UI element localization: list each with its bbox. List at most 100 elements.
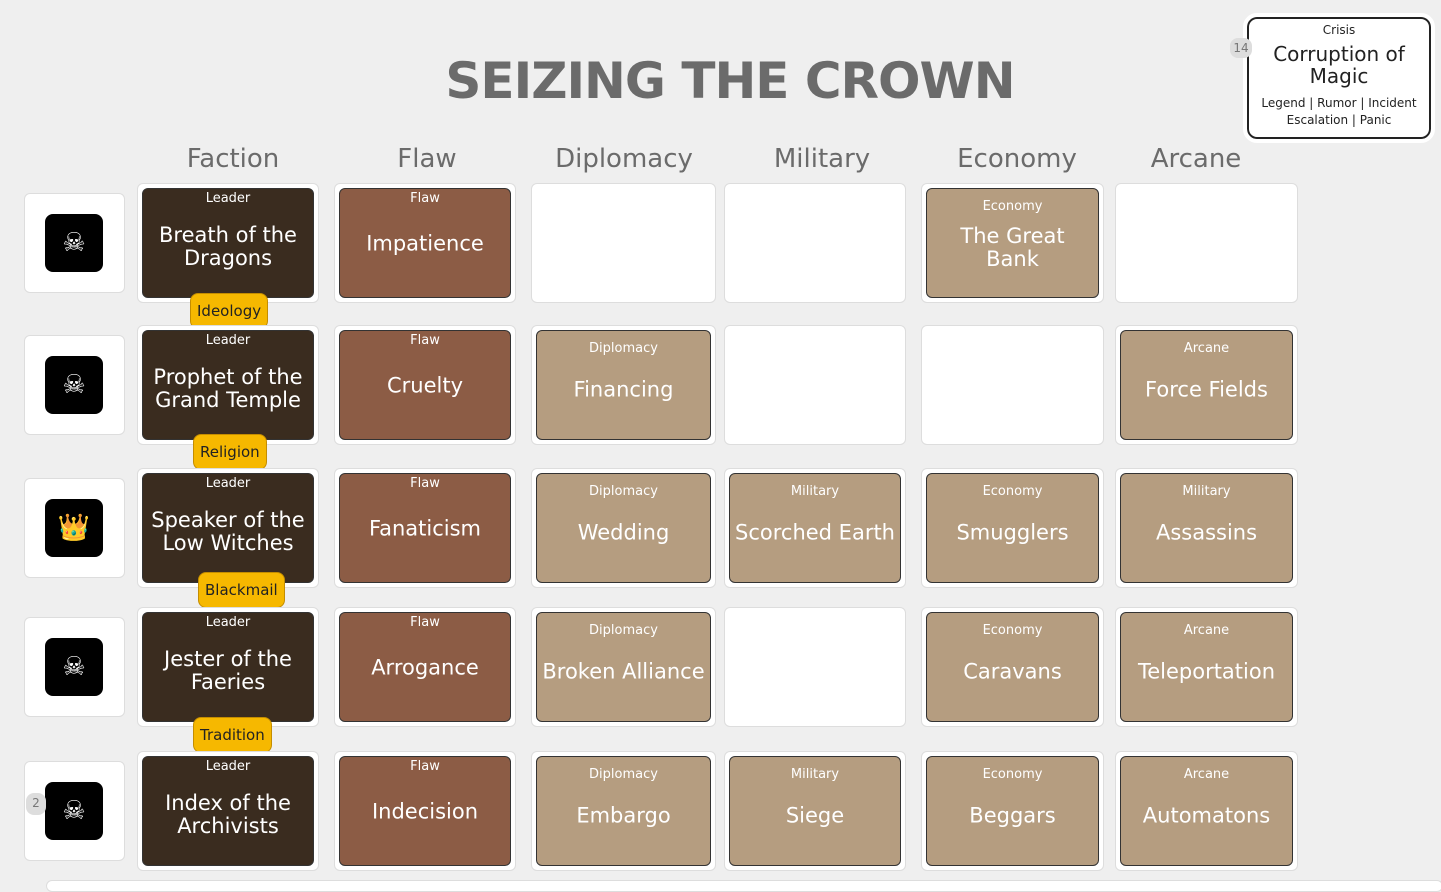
column-header-economy: Economy <box>957 144 1077 174</box>
column-header-military: Military <box>773 144 871 174</box>
slot-economy[interactable] <box>921 325 1104 445</box>
card-name: The Great Bank <box>960 224 1065 272</box>
row-count-badge: 2 <box>26 793 46 815</box>
card-type-label: Flaw <box>410 191 440 206</box>
economy-card[interactable]: Economy Beggars <box>926 756 1099 866</box>
slot-military[interactable]: Military Siege <box>724 751 906 871</box>
card-type-label: Economy <box>982 767 1043 782</box>
card-type-label: Leader <box>205 476 251 491</box>
card-type-label: Economy <box>982 484 1043 499</box>
arcane-card[interactable]: Military Assassins <box>1120 473 1293 583</box>
slot-arcane[interactable]: Military Assassins <box>1115 468 1298 588</box>
card-name: Caravans <box>963 659 1062 684</box>
flaw-card[interactable]: Flaw Arrogance <box>339 612 511 722</box>
economy-card[interactable]: Economy Smugglers <box>926 473 1099 583</box>
faction-token-slot[interactable]: 👑 <box>24 478 125 578</box>
skull-crossbones-icon: ☠ <box>45 638 103 696</box>
flaw-card[interactable]: Flaw Cruelty <box>339 330 511 440</box>
leader-card[interactable]: Leader Jester of the Faeries <box>142 612 314 722</box>
slot-flaw[interactable]: Flaw Indecision <box>334 751 516 871</box>
slot-arcane[interactable]: Arcane Force Fields <box>1115 325 1298 445</box>
slot-military[interactable]: Military Scorched Earth <box>724 468 906 588</box>
leader-card[interactable]: Leader Index of the Archivists <box>142 756 314 866</box>
slot-military[interactable] <box>724 183 906 303</box>
ideology-tag[interactable]: Ideology <box>190 293 269 329</box>
card-name: Index of the Archivists <box>165 791 291 839</box>
arcane-card[interactable]: Arcane Teleportation <box>1120 612 1293 722</box>
card-name: Beggars <box>969 803 1056 828</box>
slot-economy[interactable]: Economy Caravans <box>921 607 1104 727</box>
military-card[interactable]: Military Scorched Earth <box>729 473 901 583</box>
skull-crossbones-icon: ☠ <box>45 214 103 272</box>
card-type-label: Economy <box>982 199 1043 214</box>
diplomacy-card[interactable]: Diplomacy Wedding <box>536 473 711 583</box>
card-name: Impatience <box>366 231 484 256</box>
card-name: Arrogance <box>371 655 479 680</box>
slot-arcane[interactable]: Arcane Automatons <box>1115 751 1298 871</box>
card-type-label: Flaw <box>410 333 440 348</box>
arcane-card[interactable]: Arcane Force Fields <box>1120 330 1293 440</box>
slot-economy[interactable]: Economy Smugglers <box>921 468 1104 588</box>
slot-diplomacy[interactable]: Diplomacy Broken Alliance <box>531 607 716 727</box>
crisis-deck-count-badge: 14 <box>1230 38 1252 58</box>
military-card[interactable]: Military Siege <box>729 756 901 866</box>
card-type-label: Flaw <box>410 615 440 630</box>
ideology-tag[interactable]: Blackmail <box>198 572 285 608</box>
card-type-label: Military <box>790 767 840 782</box>
card-type-label: Arcane <box>1183 341 1230 356</box>
flaw-card[interactable]: Flaw Impatience <box>339 188 511 298</box>
slot-arcane[interactable] <box>1115 183 1298 303</box>
slot-flaw[interactable]: Flaw Cruelty <box>334 325 516 445</box>
card-type-label: Diplomacy <box>589 767 658 782</box>
slot-faction[interactable]: Leader Speaker of the Low Witches <box>137 468 319 588</box>
column-header-arcane: Arcane <box>1150 144 1242 174</box>
economy-card[interactable]: Economy The Great Bank <box>926 188 1099 298</box>
slot-flaw[interactable]: Flaw Arrogance <box>334 607 516 727</box>
leader-card[interactable]: Leader Prophet of the Grand Temple <box>142 330 314 440</box>
flaw-card[interactable]: Flaw Fanaticism <box>339 473 511 583</box>
slot-faction[interactable]: Leader Breath of the Dragons <box>137 183 319 303</box>
slot-diplomacy[interactable] <box>531 183 716 303</box>
slot-faction[interactable]: Leader Index of the Archivists <box>137 751 319 871</box>
card-type-label: Military <box>1182 484 1231 499</box>
arcane-card[interactable]: Arcane Automatons <box>1120 756 1293 866</box>
slot-diplomacy[interactable]: Diplomacy Financing <box>531 325 716 445</box>
ideology-tag[interactable]: Religion <box>193 434 267 470</box>
card-name: Embargo <box>576 803 671 828</box>
economy-card[interactable]: Economy Caravans <box>926 612 1099 722</box>
column-header-diplomacy: Diplomacy <box>555 144 693 174</box>
slot-economy[interactable]: Economy Beggars <box>921 751 1104 871</box>
slot-flaw[interactable]: Flaw Fanaticism <box>334 468 516 588</box>
card-name: Cruelty <box>386 373 464 398</box>
slot-faction[interactable]: Leader Jester of the Faeries <box>137 607 319 727</box>
slot-faction[interactable]: Leader Prophet of the Grand Temple <box>137 325 319 445</box>
card-name: Financing <box>573 377 674 402</box>
ideology-tag[interactable]: Tradition <box>193 717 272 753</box>
leader-card[interactable]: Leader Speaker of the Low Witches <box>142 473 314 583</box>
slot-arcane[interactable]: Arcane Teleportation <box>1115 607 1298 727</box>
faction-token-slot[interactable]: ☠ <box>24 617 125 717</box>
card-name: Jester of the Faeries <box>164 647 292 695</box>
slot-diplomacy[interactable]: Diplomacy Wedding <box>531 468 716 588</box>
column-header-flaw: Flaw <box>397 144 457 174</box>
card-type-label: Diplomacy <box>589 623 658 638</box>
diplomacy-card[interactable]: Diplomacy Embargo <box>536 756 711 866</box>
slot-economy[interactable]: Economy The Great Bank <box>921 183 1104 303</box>
card-name: Scorched Earth <box>735 520 895 545</box>
diplomacy-card[interactable]: Diplomacy Broken Alliance <box>536 612 711 722</box>
diplomacy-card[interactable]: Diplomacy Financing <box>536 330 711 440</box>
slot-flaw[interactable]: Flaw Impatience <box>334 183 516 303</box>
card-type-label: Arcane <box>1183 623 1230 638</box>
card-name: Force Fields <box>1145 377 1268 402</box>
leader-card[interactable]: Leader Breath of the Dragons <box>142 188 314 298</box>
faction-token-slot[interactable]: ☠ <box>24 193 125 293</box>
card-name: Indecision <box>371 799 479 824</box>
card-name: Fanaticism <box>368 516 482 541</box>
slot-diplomacy[interactable]: Diplomacy Embargo <box>531 751 716 871</box>
crisis-card[interactable]: Crisis Corruption of Magic Legend | Rumo… <box>1243 13 1435 143</box>
faction-token-slot[interactable]: ☠ <box>24 335 125 435</box>
card-type-label: Leader <box>205 759 251 774</box>
flaw-card[interactable]: Flaw Indecision <box>339 756 511 866</box>
slot-military[interactable] <box>724 325 906 445</box>
slot-military[interactable] <box>724 607 906 727</box>
